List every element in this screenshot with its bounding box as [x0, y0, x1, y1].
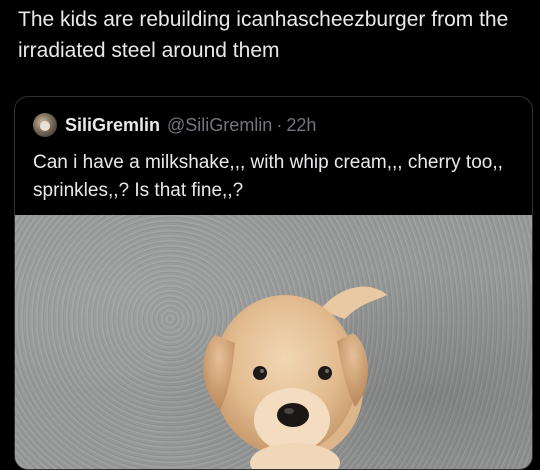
- quoted-post-header: SiliGremlin @SiliGremlin · 22h: [33, 113, 316, 137]
- quoted-author-handle[interactable]: @SiliGremlin: [167, 115, 272, 136]
- quoted-post-image[interactable]: [15, 215, 532, 469]
- post-text: The kids are rebuilding icanhascheezburg…: [18, 8, 509, 62]
- quoted-post-time[interactable]: 22h: [286, 115, 316, 136]
- separator-dot: ·: [276, 114, 283, 135]
- puppy-photo-icon: [203, 286, 387, 469]
- quoted-post-card[interactable]: SiliGremlin @SiliGremlin · 22h Can i hav…: [14, 96, 533, 470]
- avatar[interactable]: [33, 113, 57, 137]
- quoted-post-text: Can i have a milkshake,,, with whip crea…: [33, 152, 503, 201]
- quoted-author-name[interactable]: SiliGremlin: [65, 115, 160, 136]
